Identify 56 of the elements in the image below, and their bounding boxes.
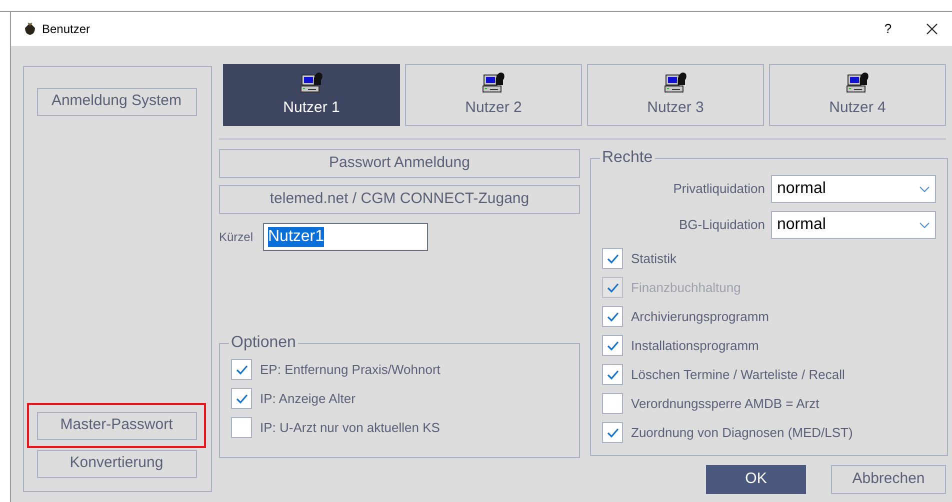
select-label: BG-Liquidation: [679, 216, 765, 234]
side-button[interactable]: Anmeldung System: [36, 88, 196, 116]
side-button[interactable]: Master-Passwort: [36, 412, 196, 440]
field-label: Kürzel: [219, 229, 254, 246]
computer-user-icon: [482, 70, 506, 93]
checkbox-label: Zuordnung von Diagnosen (MED/LST): [631, 424, 853, 442]
checkbox[interactable]: [602, 335, 623, 356]
user-tab[interactable]: Nutzer 4: [769, 64, 946, 126]
group-title: Rechte: [601, 150, 654, 166]
chevron-down-icon: [919, 222, 930, 228]
check-icon: [606, 282, 618, 292]
checkbox-label: Statistik: [631, 250, 677, 268]
app-icon: [24, 22, 36, 36]
checkbox-label: Installationsprogramm: [631, 336, 759, 355]
checkbox[interactable]: [602, 364, 623, 385]
select-label: Privatliquidation: [673, 180, 765, 198]
check-icon: [606, 370, 618, 380]
checkbox-label: IP: Anzeige Alter: [260, 390, 356, 408]
checkbox[interactable]: [602, 393, 623, 414]
side-button[interactable]: Konvertierung: [36, 450, 196, 478]
dropdown[interactable]: normal: [771, 175, 936, 203]
window-title: Benutzer: [42, 21, 90, 38]
chevron-down-icon: [919, 186, 930, 192]
user-tab[interactable]: Nutzer 3: [587, 64, 764, 126]
check-icon: [236, 394, 248, 404]
checkbox[interactable]: [231, 359, 252, 380]
checkbox[interactable]: [231, 388, 252, 409]
check-icon: [606, 340, 618, 350]
check-icon: [606, 312, 618, 322]
check-icon: [236, 364, 248, 374]
group-title: Optionen: [230, 335, 297, 351]
checkbox-label: Archivierungsprogramm: [631, 308, 769, 326]
help-button[interactable]: ?: [878, 19, 898, 39]
checkbox-label: Verordnungssperre AMDB = Arzt: [631, 394, 820, 413]
checkbox-label: Löschen Termine / Warteliste / Recall: [631, 366, 845, 384]
check-icon: [606, 254, 618, 264]
computer-user-icon: [664, 70, 688, 93]
close-icon: [926, 23, 938, 35]
user-tab[interactable]: Nutzer 1: [223, 64, 400, 126]
checkbox-label: Finanzbuchhaltung: [631, 278, 741, 297]
checkbox-label: EP: Entfernung Praxis/Wohnort: [260, 360, 440, 379]
checkbox[interactable]: [602, 422, 623, 443]
ok-button[interactable]: OK: [706, 465, 806, 494]
checkbox[interactable]: [602, 248, 623, 269]
checkbox[interactable]: [602, 306, 623, 327]
checkbox-label: IP: U-Arzt nur von aktuellen KS: [260, 418, 440, 437]
computer-user-icon: [846, 70, 870, 93]
kuerzel-field[interactable]: Nutzer1: [263, 223, 428, 251]
action-button[interactable]: Passwort Anmeldung: [219, 149, 580, 178]
check-icon: [606, 428, 618, 438]
dropdown[interactable]: normal: [771, 211, 936, 239]
user-tab[interactable]: Nutzer 2: [405, 64, 582, 126]
action-button[interactable]: telemed.net / CGM CONNECT-Zugang: [219, 185, 580, 214]
computer-user-icon: [300, 70, 324, 93]
checkbox[interactable]: [231, 417, 252, 438]
cancel-button[interactable]: Abbrechen: [831, 465, 946, 494]
